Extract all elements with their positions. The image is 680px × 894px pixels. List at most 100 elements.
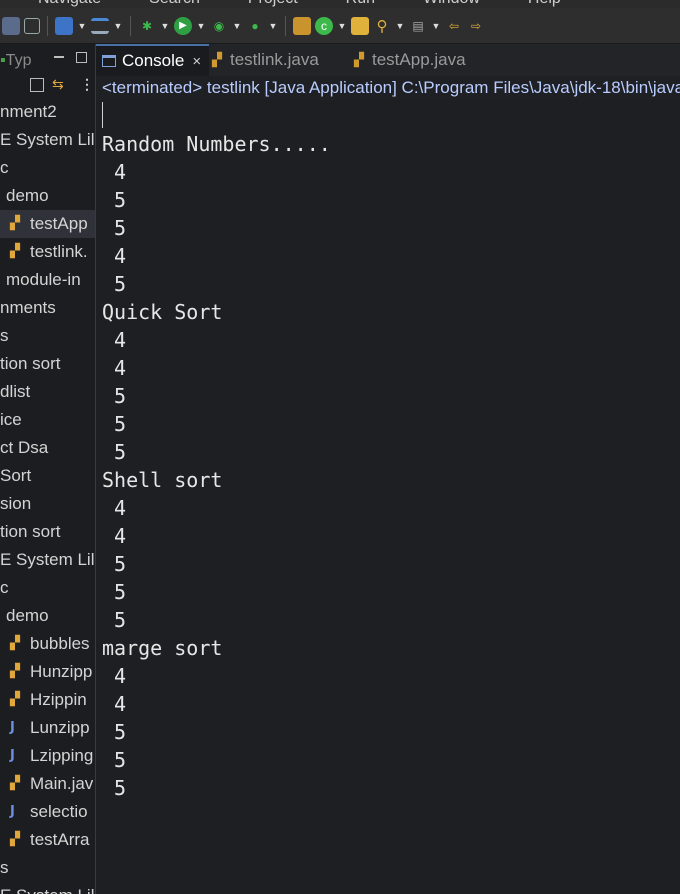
- tree-item[interactable]: ▞ Hunzipp: [0, 658, 95, 686]
- chevron-down-icon[interactable]: ▼: [431, 17, 441, 35]
- tree-item[interactable]: sion: [0, 490, 95, 518]
- prev-edit-icon[interactable]: ⇦: [445, 17, 463, 35]
- menu-item-window[interactable]: Window: [423, 0, 480, 8]
- tree-item[interactable]: ▞ bubbles: [0, 630, 95, 658]
- tree-item[interactable]: E System Lil: [0, 126, 95, 154]
- explorer-tabbar: ▪Typ: [0, 44, 95, 76]
- tree-item[interactable]: J Lzipping: [0, 742, 95, 770]
- console-line: 5: [102, 748, 127, 772]
- chevron-down-icon[interactable]: ▼: [77, 17, 87, 35]
- tree-item-label: demo: [6, 606, 49, 625]
- tree-item[interactable]: demo: [0, 602, 95, 630]
- external-tools-icon[interactable]: ●: [246, 17, 264, 35]
- tree-item-label: E System Lil: [0, 882, 94, 894]
- console-line: Quick Sort: [102, 300, 223, 324]
- chevron-down-icon[interactable]: ▼: [196, 17, 206, 35]
- tab-console[interactable]: Console ×: [96, 44, 210, 76]
- tree-item-label: ct Dsa: [0, 438, 49, 457]
- tree-item[interactable]: nments: [0, 294, 95, 322]
- tree-item[interactable]: ▞ testArra: [0, 826, 95, 854]
- menu-item-run[interactable]: Run: [346, 0, 375, 8]
- view-menu-icon[interactable]: ⋮: [80, 76, 94, 93]
- tree-item[interactable]: tion sort: [0, 350, 95, 378]
- tab-testlink[interactable]: ▞ testlink.java: [212, 44, 319, 76]
- tree-item[interactable]: c: [0, 154, 95, 182]
- search-icon[interactable]: ⚲: [373, 17, 391, 35]
- type-hierarchy-label: Typ: [5, 52, 32, 69]
- explorer-tree: nment2 E System Lil c demo ▞ testApp ▞ testlink…: [0, 98, 95, 894]
- debug-icon[interactable]: ✱: [138, 17, 156, 35]
- menu-item-navigate[interactable]: Navigate: [38, 0, 101, 8]
- tree-item[interactable]: ▞ testApp: [0, 210, 95, 238]
- chevron-down-icon[interactable]: ▼: [232, 17, 242, 35]
- tree-item[interactable]: ▞ Main.jav: [0, 770, 95, 798]
- open-type-icon[interactable]: [351, 16, 369, 35]
- display-icon[interactable]: [55, 16, 73, 35]
- console-line: 5: [102, 188, 127, 212]
- tree-item[interactable]: ice: [0, 406, 95, 434]
- tree-item[interactable]: dlist: [0, 378, 95, 406]
- tree-item-label: c: [0, 158, 9, 177]
- chevron-down-icon[interactable]: ▼: [160, 17, 170, 35]
- new-icon[interactable]: [2, 16, 20, 35]
- close-icon[interactable]: ×: [192, 53, 201, 70]
- collapse-all-icon[interactable]: [30, 78, 44, 92]
- type-hierarchy-tab[interactable]: ▪Typ: [0, 52, 31, 70]
- tab-testlink-label: testlink.java: [230, 50, 319, 69]
- tree-item[interactable]: ct Dsa: [0, 434, 95, 462]
- minimize-icon[interactable]: [54, 56, 64, 58]
- tree-item-label: tion sort: [0, 522, 61, 541]
- chevron-down-icon[interactable]: ▼: [395, 17, 405, 35]
- tab-testapp[interactable]: ▞ testApp.java: [354, 44, 466, 76]
- menu-item-project[interactable]: Project: [248, 0, 298, 8]
- console-output-area[interactable]: Random Numbers..... 4 5 5 4 5 Quick Sort …: [96, 100, 680, 894]
- coverage-icon[interactable]: ◉: [210, 17, 228, 35]
- run-icon[interactable]: ▶: [174, 16, 192, 35]
- tree-item-label: c: [0, 578, 9, 597]
- java-file-warning-icon: ▞: [10, 216, 20, 231]
- menu-item-help[interactable]: Help: [528, 0, 561, 8]
- toolbar-separator: [130, 15, 131, 36]
- link-editor-icon[interactable]: ⇆: [52, 76, 64, 93]
- list-icon[interactable]: [91, 17, 109, 34]
- java-file-warning-icon: ▞: [10, 692, 20, 707]
- next-edit-icon[interactable]: ⇨: [467, 17, 485, 35]
- tree-item[interactable]: c: [0, 574, 95, 602]
- tree-item[interactable]: s: [0, 322, 95, 350]
- tree-item[interactable]: ▞ testlink.: [0, 238, 95, 266]
- tree-item-label: Hunzipp: [30, 662, 93, 681]
- new-class-icon[interactable]: c: [315, 16, 333, 35]
- tree-item[interactable]: ▞ Hzippin: [0, 686, 95, 714]
- console-icon: [102, 55, 116, 67]
- chevron-down-icon[interactable]: ▼: [113, 17, 123, 35]
- maximize-icon[interactable]: [76, 52, 87, 63]
- chevron-down-icon[interactable]: ▼: [268, 17, 278, 35]
- java-file-warning-icon: ▞: [10, 776, 20, 791]
- java-file-warning-icon: ▞: [10, 832, 20, 847]
- tree-item[interactable]: E System Lil: [0, 882, 95, 894]
- save-icon[interactable]: [24, 17, 40, 34]
- menu-bar: Navigate Search Project Run Window Help: [0, 0, 680, 8]
- java-file-icon: J: [10, 804, 15, 819]
- tree-item[interactable]: E System Lil: [0, 546, 95, 574]
- console-line: 5: [102, 440, 127, 464]
- new-package-icon[interactable]: [293, 16, 311, 35]
- tree-item[interactable]: tion sort: [0, 518, 95, 546]
- chevron-down-icon[interactable]: ▼: [337, 17, 347, 35]
- tree-item[interactable]: demo: [0, 182, 95, 210]
- console-line: Shell sort: [102, 468, 223, 492]
- tree-item-label: testArra: [30, 830, 90, 849]
- tree-item[interactable]: module-in: [0, 266, 95, 294]
- tree-item-label: s: [0, 326, 9, 345]
- tree-item[interactable]: s: [0, 854, 95, 882]
- menu-item-search[interactable]: Search: [149, 0, 200, 8]
- tree-item-label: testlink.: [30, 242, 88, 261]
- tree-item[interactable]: Sort: [0, 462, 95, 490]
- annotation-icon[interactable]: ▤: [409, 17, 427, 35]
- tree-item-label: Lunzipp: [30, 718, 90, 737]
- tree-item[interactable]: J Lunzipp: [0, 714, 95, 742]
- java-file-icon: ▞: [212, 52, 222, 68]
- java-file-warning-icon: ▞: [10, 244, 20, 259]
- tree-item[interactable]: nment2: [0, 98, 95, 126]
- tree-item[interactable]: Jselectio: [0, 798, 95, 826]
